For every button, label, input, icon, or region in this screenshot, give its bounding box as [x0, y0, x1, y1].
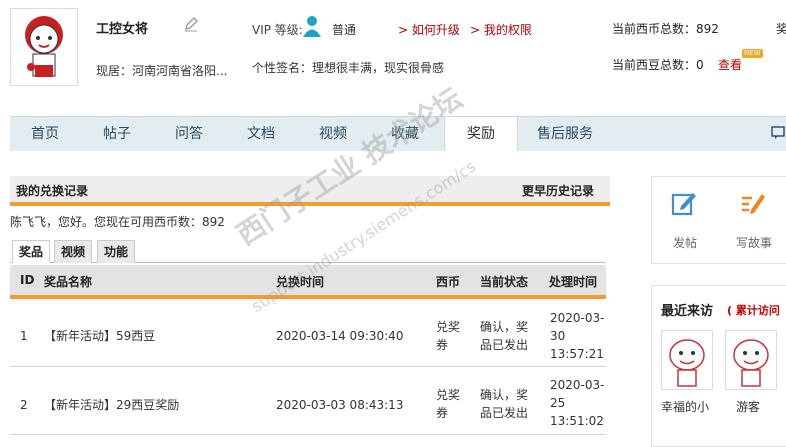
row-divider [10, 434, 606, 435]
recent-visitors-title: 最近来访 [661, 304, 714, 319]
message-icon[interactable] [771, 126, 786, 140]
nav-after-sales[interactable]: 售后服务 [518, 117, 612, 151]
visitor-avatar[interactable] [725, 330, 777, 390]
row-id: 2 [20, 398, 28, 412]
nav-qa[interactable]: 问答 [154, 117, 224, 151]
visitor-avatar[interactable] [661, 330, 713, 390]
row-coin: 券 [436, 338, 449, 352]
pencil-icon[interactable] [183, 16, 199, 32]
row-prize-name: 【新年活动】29西豆奖励 [44, 398, 180, 412]
col-prize-name: 奖品名称 [44, 275, 93, 289]
nav-docs[interactable]: 文档 [226, 117, 296, 151]
row-status: 确认，奖 [480, 388, 529, 402]
tab-videos[interactable]: 视频 [54, 240, 93, 263]
post-icon[interactable] [671, 190, 697, 216]
visitor-name[interactable]: 幸福的小 [661, 398, 709, 415]
user-name: 工控女将 [96, 22, 149, 37]
row-process-time: 13:57:21 [550, 347, 604, 361]
row-process-time: 30 [550, 329, 566, 343]
row-process-time: 2020-03- [550, 378, 605, 392]
truncated-text: 奖 [776, 22, 786, 36]
col-id: ID [20, 273, 35, 287]
tab-prizes[interactable]: 奖品 [12, 240, 51, 263]
nav-posts[interactable]: 帖子 [82, 117, 152, 151]
visitor-name[interactable]: 游客 [736, 398, 760, 415]
nav-home[interactable]: 首页 [10, 117, 80, 151]
nav-rewards[interactable]: 奖励 [444, 117, 518, 151]
view-link[interactable]: 查看 [718, 56, 742, 73]
how-to-upgrade-link[interactable]: > 如何升级 [398, 21, 460, 38]
row-status: 品已发出 [480, 338, 529, 352]
col-process-time: 处理时间 [549, 275, 598, 289]
row-status: 确认，奖 [480, 320, 529, 334]
coins-total: 当前西币总数：892 [612, 22, 719, 36]
row-coin: 兑奖 [436, 320, 461, 334]
write-story-icon[interactable] [740, 190, 766, 216]
row-process-time: 13:51:02 [550, 414, 604, 428]
col-status: 当前状态 [480, 275, 529, 289]
row-process-time: 25 [550, 396, 566, 410]
vip-user-icon [300, 14, 324, 38]
signature-text: 个性签名：理想很丰满，现实很骨感 [252, 61, 445, 75]
row-status: 品已发出 [480, 406, 529, 420]
row-divider [10, 366, 606, 367]
row-prize-name: 【新年活动】59西豆 [44, 329, 156, 343]
user-avatar[interactable] [10, 8, 78, 86]
location-text: 现居：河南河南省洛阳... [96, 64, 228, 78]
older-history-link[interactable]: 更早历史记录 [522, 182, 594, 199]
row-exchange-time: 2020-03-14 09:30:40 [276, 329, 404, 343]
vip-level: 普通 [332, 23, 357, 37]
visit-count-label: ( 累计访问 [727, 304, 780, 317]
row-coin: 券 [436, 406, 449, 420]
row-process-time: 2020-03- [550, 311, 605, 325]
col-coin: 西币 [436, 275, 461, 289]
vip-label: VIP 等级: [252, 23, 303, 37]
new-badge: NEW [742, 49, 763, 58]
row-coin: 兑奖 [436, 388, 461, 402]
beans-total: 当前西豆总数：0 [612, 58, 704, 72]
greeting-text: 陈飞飞，您好。您现在可用西币数：892 [10, 215, 225, 229]
write-story-button[interactable]: 写故事 [736, 234, 772, 251]
my-rights-link[interactable]: > 我的权限 [470, 21, 532, 38]
row-exchange-time: 2020-03-03 08:43:13 [276, 398, 404, 412]
watermark: 西门子工业 技术论坛 [230, 81, 469, 252]
post-button[interactable]: 发帖 [673, 234, 697, 251]
records-title: 我的兑换记录 [16, 184, 89, 198]
tab-features[interactable]: 功能 [97, 240, 136, 263]
row-id: 1 [20, 329, 28, 343]
